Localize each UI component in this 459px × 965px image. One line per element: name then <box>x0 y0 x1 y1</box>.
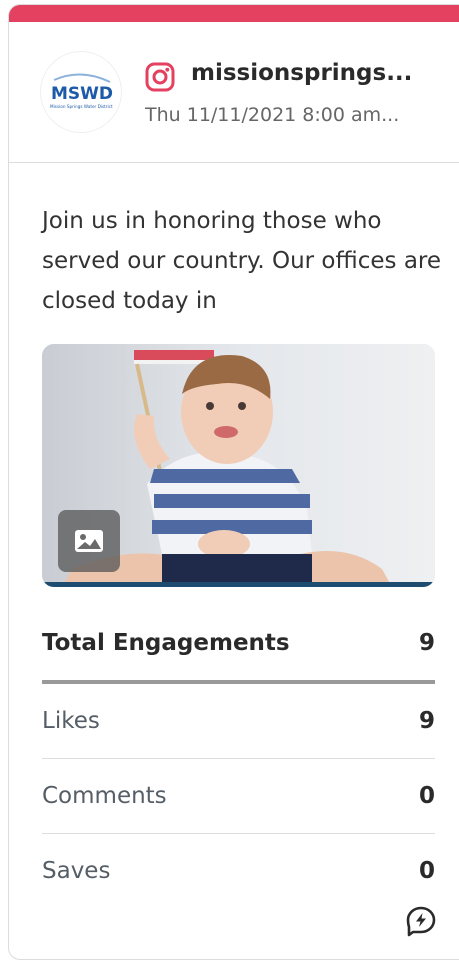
media-type-badge <box>58 510 120 572</box>
stat-value: 0 <box>418 783 435 809</box>
stat-value: 9 <box>418 708 435 734</box>
instagram-icon <box>145 62 175 92</box>
stat-label: Saves <box>42 858 111 884</box>
total-engagements-value: 9 <box>418 629 435 656</box>
avatar[interactable]: MSWD Mission Springs Water District <box>41 52 121 132</box>
network-color-bar <box>9 5 459 22</box>
post-card[interactable]: MSWD Mission Springs Water District miss… <box>8 4 459 960</box>
engagement-stats: Total Engagements 9 Likes 9 Comments 0 S… <box>42 605 435 908</box>
mswd-logo: MSWD Mission Springs Water District <box>50 73 113 109</box>
svg-text:MSWD: MSWD <box>51 84 113 104</box>
post-header: MSWD Mission Springs Water District miss… <box>9 22 459 163</box>
total-engagements-label: Total Engagements <box>42 629 290 656</box>
total-engagements-row: Total Engagements 9 <box>42 605 435 684</box>
boost-icon[interactable] <box>405 905 437 937</box>
stat-row-saves: Saves 0 <box>42 834 435 908</box>
post-image[interactable] <box>42 344 435 587</box>
stat-label: Comments <box>42 783 167 809</box>
account-name[interactable]: missionsprings... <box>191 60 441 86</box>
stat-value: 0 <box>418 858 435 884</box>
post-caption: Join us in honoring those who served our… <box>42 208 442 314</box>
stat-row-likes: Likes 9 <box>42 684 435 759</box>
stat-label: Likes <box>42 708 100 734</box>
stat-row-comments: Comments 0 <box>42 759 435 834</box>
image-icon <box>75 530 103 552</box>
svg-text:Mission Springs Water District: Mission Springs Water District <box>50 104 113 109</box>
post-date: Thu 11/11/2021 8:00 am... <box>145 104 400 126</box>
